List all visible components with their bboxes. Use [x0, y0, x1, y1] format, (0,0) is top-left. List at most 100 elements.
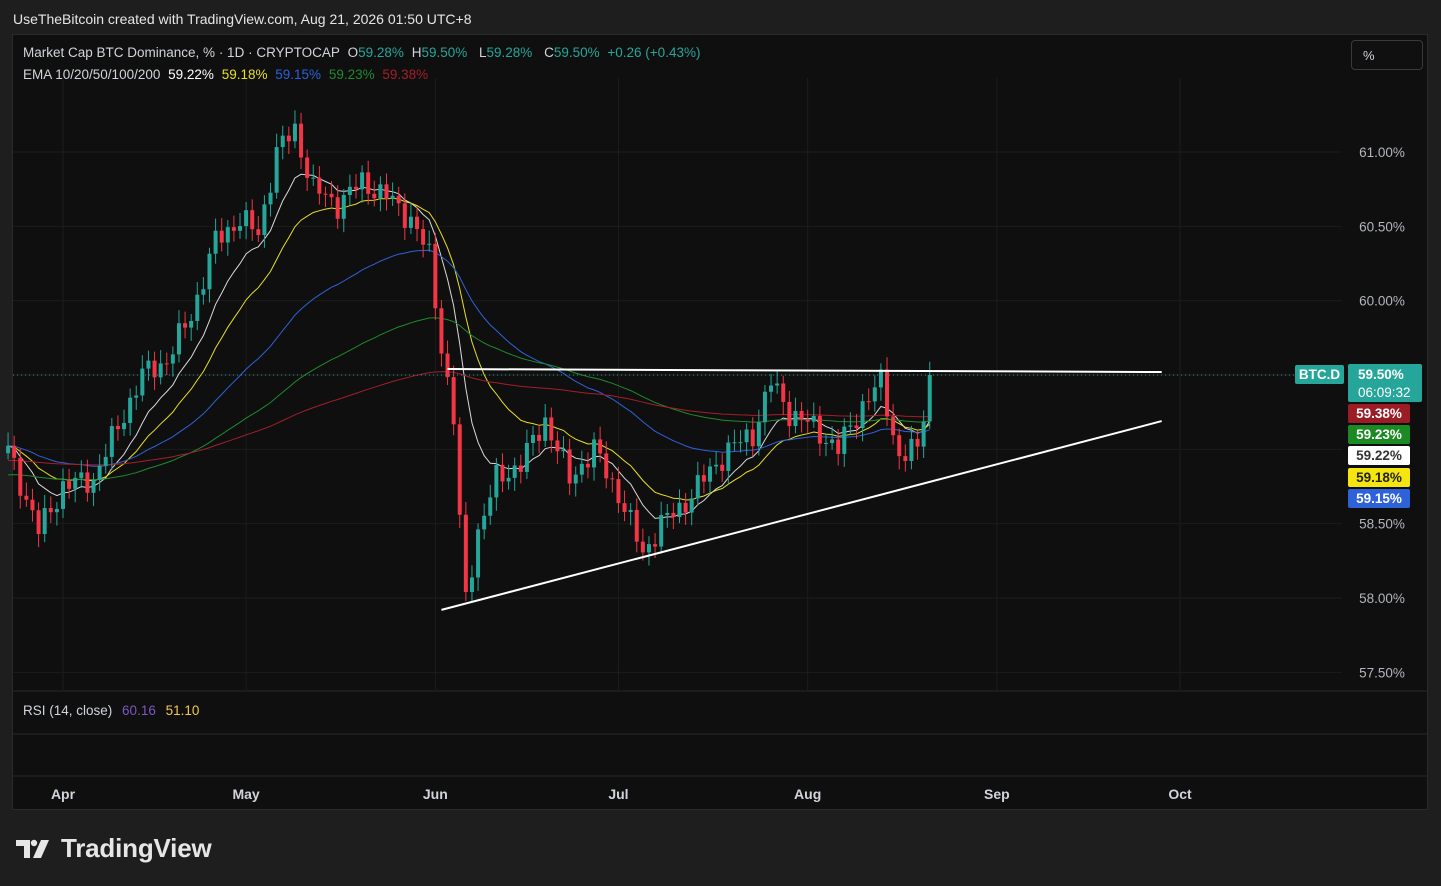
price-tick-label: 60.00%: [1359, 294, 1405, 309]
candle-body: [128, 397, 133, 423]
candle-body: [927, 375, 932, 422]
candle-body: [225, 227, 230, 243]
candle-body: [585, 463, 590, 468]
candle-body: [305, 157, 310, 178]
candle-body: [73, 477, 78, 489]
candle-body: [695, 475, 700, 499]
time-tick-label: Aug: [794, 786, 821, 802]
candle-body: [836, 439, 841, 454]
candle-body: [48, 508, 53, 513]
time-tick-label: Jul: [608, 786, 628, 802]
candle-body: [738, 442, 743, 444]
candle-body: [598, 439, 603, 454]
candle-body: [866, 401, 871, 403]
candle-body: [604, 453, 609, 479]
candle-body: [12, 445, 17, 458]
candle-body: [146, 360, 151, 369]
candle-body: [402, 203, 407, 228]
symbol-title[interactable]: Market Cap BTC Dominance, % · 1D · CRYPT…: [23, 45, 340, 60]
candle-body: [506, 477, 511, 482]
candle-body: [653, 544, 658, 547]
candle-body: [842, 426, 847, 454]
candle-body: [494, 464, 499, 498]
candle-body: [732, 442, 737, 444]
candle-body: [140, 368, 145, 396]
candle-body: [909, 438, 914, 462]
open-label: O: [347, 45, 359, 60]
candle-body: [830, 439, 835, 443]
resistance-trendline[interactable]: [447, 368, 1162, 374]
candle-body: [30, 499, 35, 511]
candle-body: [219, 230, 224, 243]
time-tick-label: May: [232, 786, 259, 802]
candle-body: [744, 429, 749, 443]
candle-body: [854, 425, 859, 429]
candle-body: [701, 475, 706, 482]
rsi-label[interactable]: RSI (14, close): [23, 703, 112, 718]
candle-body: [18, 457, 23, 496]
candle-body: [341, 195, 346, 219]
last-price-tag: 59.50%: [1358, 367, 1404, 382]
candle-body: [805, 419, 810, 422]
candle-body: [85, 472, 90, 493]
candle-body: [811, 415, 816, 422]
candle-body: [640, 541, 645, 553]
candle-body: [860, 401, 865, 429]
symbol-legend: Market Cap BTC Dominance, % · 1D · CRYPT…: [23, 45, 704, 60]
high-label: H: [411, 45, 422, 60]
candle-body: [634, 509, 639, 542]
ema-label[interactable]: EMA 10/20/50/100/200: [23, 67, 160, 82]
candle-body: [573, 474, 578, 484]
candle-body: [244, 210, 249, 227]
candle-body: [61, 481, 65, 509]
high-value: 59.50%: [421, 45, 468, 60]
candle-body: [79, 472, 84, 478]
candle-body: [292, 123, 297, 142]
candle-body: [451, 377, 456, 425]
candle-body: [183, 323, 188, 328]
candle-body: [817, 415, 822, 444]
candle-body: [524, 442, 529, 472]
ema50-price-tag: 59.15%: [1356, 491, 1402, 506]
ema20-value: 59.18%: [221, 67, 268, 82]
candle-body: [378, 184, 383, 199]
candle-body: [91, 480, 96, 493]
candle-body: [671, 512, 676, 517]
percent-scale-button[interactable]: %: [1351, 40, 1423, 70]
rsi-ma-value: 51.10: [165, 703, 200, 718]
candle-body: [567, 449, 572, 484]
candle-body: [628, 509, 633, 512]
price-chart[interactable]: 61.00% 60.50% 60.00% 58.50% 58.00% 57.50% Apr M…: [0, 0, 1441, 886]
candle-body: [897, 435, 902, 457]
candle-body: [622, 503, 627, 512]
price-tick-label: 60.50%: [1359, 219, 1405, 234]
candle-body: [421, 229, 426, 245]
price-tick-label: 58.00%: [1359, 591, 1405, 606]
candle-body: [195, 294, 200, 321]
candle-body: [885, 369, 890, 417]
candle-body: [433, 243, 438, 309]
candle-body: [390, 195, 395, 199]
candle-body: [543, 417, 548, 441]
tradingview-logo-icon[interactable]: [14, 834, 54, 864]
candle-body: [457, 424, 462, 515]
candle-body: [726, 442, 731, 471]
brand-name[interactable]: TradingView: [61, 833, 212, 864]
candle-body: [708, 466, 713, 482]
ema10-value: 59.22%: [168, 67, 214, 82]
close-value: 59.50%: [553, 45, 600, 60]
candle-body: [482, 515, 487, 530]
candle-body: [396, 195, 401, 204]
candle-body: [408, 216, 413, 228]
candle-body: [915, 438, 920, 447]
candle-body: [329, 193, 334, 198]
candle-body: [872, 387, 877, 402]
candle-body: [311, 177, 316, 179]
price-tick-label: 58.50%: [1359, 517, 1405, 532]
candle-body: [781, 383, 786, 402]
time-tick-label: Sep: [984, 786, 1010, 802]
price-tick-label: 61.00%: [1359, 145, 1405, 160]
candle-body: [476, 529, 481, 578]
candle-body: [256, 229, 261, 236]
time-tick-label: Jun: [423, 786, 448, 802]
